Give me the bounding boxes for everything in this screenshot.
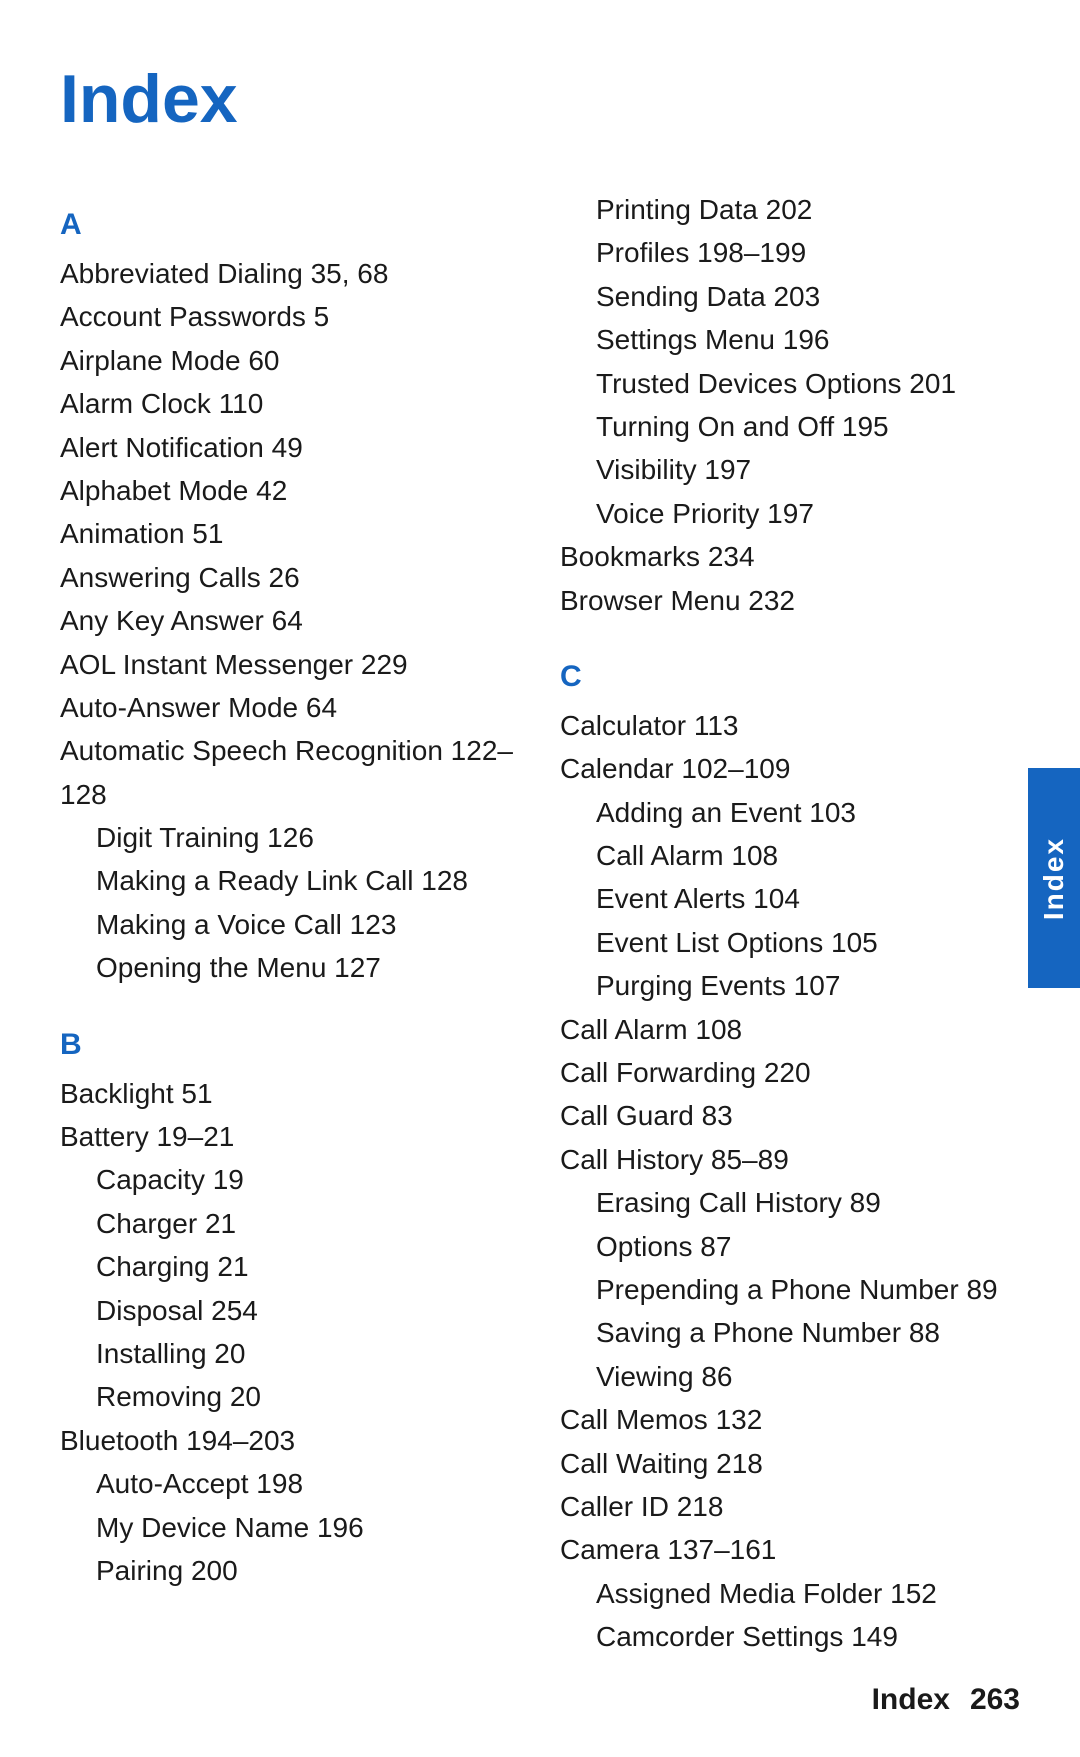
index-entry: AOL Instant Messenger 229 xyxy=(60,643,520,686)
footer-label: Index xyxy=(872,1683,950,1717)
footer: Index 263 xyxy=(872,1683,1020,1717)
index-entry: My Device Name 196 xyxy=(60,1506,520,1549)
index-entry: Erasing Call History 89 xyxy=(560,1181,1020,1224)
index-entry: Trusted Devices Options 201 xyxy=(560,362,1020,405)
section-block: Abbreviated Dialing 35, 68Account Passwo… xyxy=(60,252,520,990)
index-entry: Abbreviated Dialing 35, 68 xyxy=(60,252,520,295)
index-entry: Saving a Phone Number 88 xyxy=(560,1311,1020,1354)
side-tab-text: Index xyxy=(1038,837,1070,920)
side-tab: Index xyxy=(1028,768,1080,988)
left-column: A Abbreviated Dialing 35, 68Account Passw… xyxy=(60,188,520,1677)
content-columns: A Abbreviated Dialing 35, 68Account Passw… xyxy=(60,188,1020,1677)
page-title: Index xyxy=(60,60,1020,138)
index-entry: Purging Events 107 xyxy=(560,964,1020,1007)
index-entry: Visibility 197 xyxy=(560,448,1020,491)
index-entry: Answering Calls 26 xyxy=(60,556,520,599)
section-letter-c: C xyxy=(560,660,1020,694)
index-entry: Call Guard 83 xyxy=(560,1094,1020,1137)
section-block: Printing Data 202Profiles 198–199Sending… xyxy=(560,188,1020,622)
index-entry: Call Alarm 108 xyxy=(560,834,1020,877)
index-entry: Event Alerts 104 xyxy=(560,877,1020,920)
index-entry: Account Passwords 5 xyxy=(60,295,520,338)
index-entry: Call Forwarding 220 xyxy=(560,1051,1020,1094)
index-entry: Prepending a Phone Number 89 xyxy=(560,1268,1020,1311)
index-entry: Options 87 xyxy=(560,1225,1020,1268)
index-entry: Animation 51 xyxy=(60,512,520,555)
index-entry: Calendar 102–109 xyxy=(560,747,1020,790)
index-entry: Calculator 113 xyxy=(560,704,1020,747)
index-entry: Bookmarks 234 xyxy=(560,535,1020,578)
index-entry: Call Alarm 108 xyxy=(560,1008,1020,1051)
section-letter-a: A xyxy=(60,208,520,242)
right-column: Printing Data 202Profiles 198–199Sending… xyxy=(560,188,1020,1677)
index-entry: Camera 137–161 xyxy=(560,1528,1020,1571)
page-container: Index A Abbreviated Dialing 35, 68Account… xyxy=(0,0,1080,1757)
index-entry: Battery 19–21 xyxy=(60,1115,520,1158)
index-entry: Turning On and Off 195 xyxy=(560,405,1020,448)
index-entry: Adding an Event 103 xyxy=(560,791,1020,834)
index-entry: Call History 85–89 xyxy=(560,1138,1020,1181)
index-entry: Auto-Answer Mode 64 xyxy=(60,686,520,729)
index-entry: Camcorder Settings 149 xyxy=(560,1615,1020,1658)
index-entry: Profiles 198–199 xyxy=(560,231,1020,274)
index-entry: Automatic Speech Recognition 122–128 xyxy=(60,729,520,816)
index-entry: Viewing 86 xyxy=(560,1355,1020,1398)
index-entry: Bluetooth 194–203 xyxy=(60,1419,520,1462)
index-entry: Opening the Menu 127 xyxy=(60,946,520,989)
section-block: Backlight 51Battery 19–21Capacity 19Char… xyxy=(60,1072,520,1593)
index-entry: Removing 20 xyxy=(60,1375,520,1418)
index-entry: Airplane Mode 60 xyxy=(60,339,520,382)
index-entry: Event List Options 105 xyxy=(560,921,1020,964)
index-entry: Settings Menu 196 xyxy=(560,318,1020,361)
index-entry: Call Waiting 218 xyxy=(560,1442,1020,1485)
index-entry: Digit Training 126 xyxy=(60,816,520,859)
section-block: Calculator 113Calendar 102–109Adding an … xyxy=(560,704,1020,1659)
index-entry: Alphabet Mode 42 xyxy=(60,469,520,512)
footer-page: 263 xyxy=(970,1683,1020,1717)
index-entry: Auto-Accept 198 xyxy=(60,1462,520,1505)
index-entry: Caller ID 218 xyxy=(560,1485,1020,1528)
index-entry: Printing Data 202 xyxy=(560,188,1020,231)
index-entry: Charging 21 xyxy=(60,1245,520,1288)
index-entry: Alarm Clock 110 xyxy=(60,382,520,425)
index-entry: Alert Notification 49 xyxy=(60,426,520,469)
index-entry: Pairing 200 xyxy=(60,1549,520,1592)
index-entry: Voice Priority 197 xyxy=(560,492,1020,535)
index-entry: Installing 20 xyxy=(60,1332,520,1375)
index-entry: Backlight 51 xyxy=(60,1072,520,1115)
section-letter-b: B xyxy=(60,1028,520,1062)
index-entry: Sending Data 203 xyxy=(560,275,1020,318)
index-entry: Assigned Media Folder 152 xyxy=(560,1572,1020,1615)
index-entry: Disposal 254 xyxy=(60,1289,520,1332)
index-entry: Any Key Answer 64 xyxy=(60,599,520,642)
index-entry: Capacity 19 xyxy=(60,1158,520,1201)
index-entry: Making a Voice Call 123 xyxy=(60,903,520,946)
index-entry: Making a Ready Link Call 128 xyxy=(60,859,520,902)
index-entry: Browser Menu 232 xyxy=(560,579,1020,622)
index-entry: Call Memos 132 xyxy=(560,1398,1020,1441)
index-entry: Charger 21 xyxy=(60,1202,520,1245)
